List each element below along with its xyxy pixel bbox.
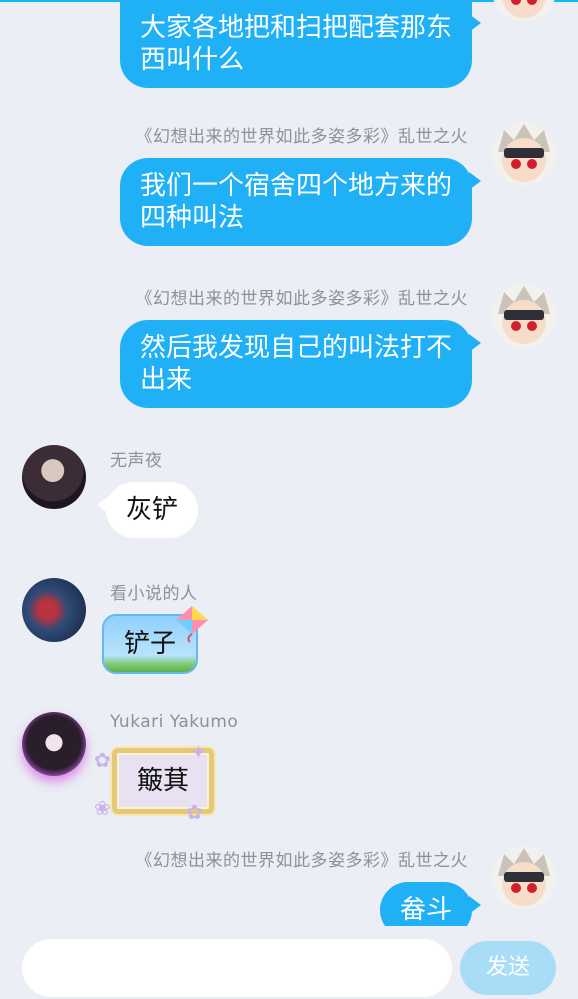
- message-text: 灰铲: [126, 495, 179, 525]
- masked-character-icon: [498, 124, 550, 182]
- my-avatar[interactable]: [492, 0, 556, 22]
- masked-character-icon: [498, 286, 550, 344]
- masked-character-icon: [502, 0, 546, 18]
- message-text-line: 我们一个宿舍四个地方来的: [139, 171, 452, 201]
- message-bubble-1[interactable]: 大家各地把和扫把配套那东 西叫什么: [119, 0, 482, 88]
- message-text: 簸萁: [137, 766, 190, 796]
- sender-avatar[interactable]: [22, 445, 86, 509]
- sender-name: 《幻想出来的世界如此多姿多彩》乱世之火: [135, 127, 468, 147]
- message-input[interactable]: [22, 939, 452, 997]
- sender-avatar[interactable]: [22, 712, 86, 776]
- bow-icon: ❀: [94, 796, 111, 820]
- flower-icon: ✿: [94, 748, 111, 772]
- message-text-line: 然后我发现自己的叫法打不: [139, 333, 452, 363]
- send-button[interactable]: 发送: [460, 941, 556, 995]
- my-avatar[interactable]: [492, 846, 556, 910]
- message-text: 铲子: [124, 629, 177, 659]
- chat-message-list[interactable]: 大家各地把和扫把配套那东 西叫什么 《幻想出来的世界如此多姿多彩》乱世之火 我们…: [0, 0, 578, 926]
- my-avatar[interactable]: [492, 122, 556, 186]
- sparkle-icon: ✦: [190, 740, 207, 764]
- kite-icon: [176, 606, 208, 643]
- message-bubble-4[interactable]: 灰铲: [96, 482, 199, 538]
- message-bubble-2[interactable]: 我们一个宿舍四个地方来的 四种叫法: [119, 158, 482, 246]
- message-text: 畚斗: [399, 895, 452, 925]
- my-avatar[interactable]: [492, 284, 556, 348]
- message-bubble-7[interactable]: 畚斗: [379, 882, 482, 926]
- sender-name: 看小说的人: [110, 584, 198, 604]
- message-text-line: 出来: [139, 365, 192, 395]
- flower-icon: ✿: [186, 800, 203, 824]
- message-bubble-3[interactable]: 然后我发现自己的叫法打不 出来: [119, 320, 482, 408]
- input-bar: 发送: [0, 926, 578, 999]
- sender-name: 无声夜: [110, 451, 163, 471]
- masked-character-icon: [498, 848, 550, 906]
- message-text-line: 四种叫法: [139, 203, 244, 233]
- sender-name: Yukari Yakumo: [110, 712, 239, 732]
- sender-name: 《幻想出来的世界如此多姿多彩》乱世之火: [135, 851, 468, 871]
- message-text-line: 大家各地把和扫把配套那东: [139, 13, 452, 43]
- message-text-line: 西叫什么: [139, 45, 244, 75]
- sender-name: 《幻想出来的世界如此多姿多彩》乱世之火: [135, 289, 468, 309]
- sender-avatar[interactable]: [22, 578, 86, 642]
